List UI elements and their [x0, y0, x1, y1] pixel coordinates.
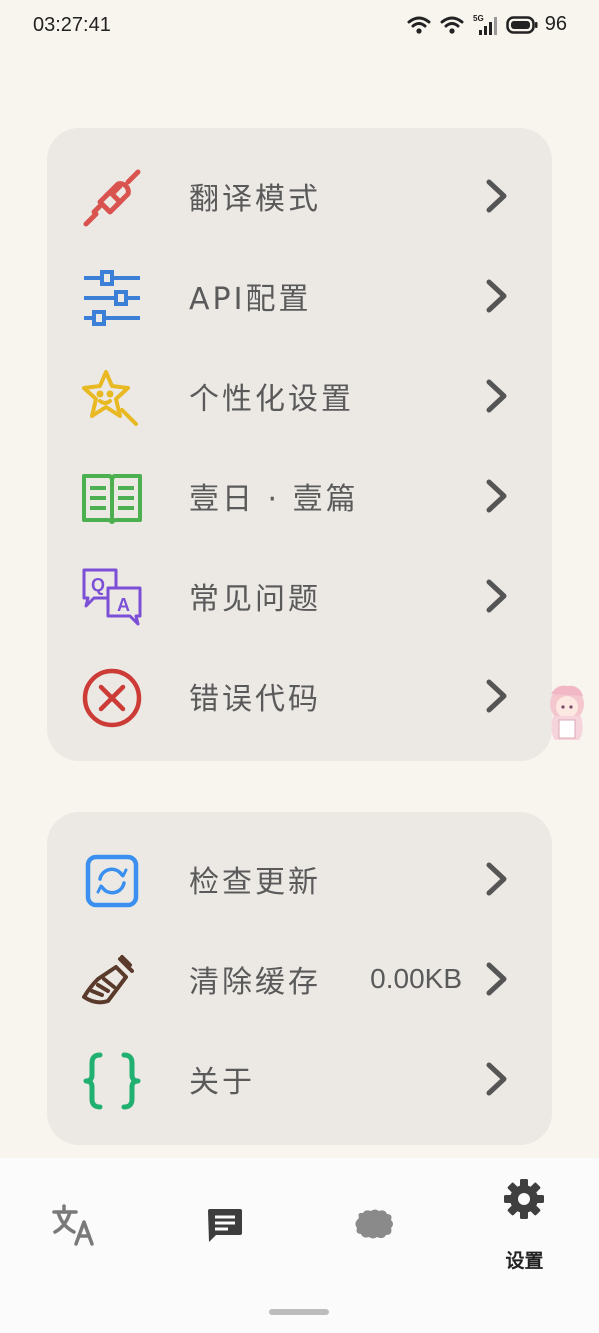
star-magic-icon [82, 370, 138, 426]
gear-icon [504, 1179, 544, 1219]
row-label: 常见问题 [189, 582, 321, 617]
braces-icon [83, 1052, 141, 1110]
network-type-label: 5G [473, 14, 484, 23]
settings-card-secondary: 检查更新 清除缓存 0.00KB 关于 [47, 812, 552, 1145]
row-label: 壹日 · 壹篇 [189, 482, 359, 517]
nav-tab-label: 设置 [505, 1250, 544, 1272]
nav-tab-community[interactable] [300, 1158, 449, 1298]
svg-text:Q: Q [91, 575, 105, 595]
nav-tab-translate[interactable] [0, 1158, 149, 1298]
nav-tab-chat[interactable] [150, 1158, 299, 1298]
bottom-navigation: 设置 [0, 1158, 599, 1333]
row-label: 清除缓存 [189, 965, 321, 1000]
chevron-right-icon [486, 179, 507, 213]
chat-icon [208, 1209, 242, 1242]
cache-size-value: 0.00KB [370, 963, 462, 994]
settings-card-main: 翻译模式 API配置 个性化设置 壹日 · 壹篇 Q A 常见问题 错误代码 [47, 128, 552, 761]
chevron-right-icon [486, 379, 507, 413]
chevron-right-icon [486, 679, 507, 713]
error-circle-icon [82, 668, 142, 728]
chevron-right-icon [486, 479, 507, 513]
blob-icon [355, 1209, 393, 1239]
row-label: 关于 [189, 1065, 255, 1100]
row-error-codes[interactable]: 错误代码 [47, 646, 552, 746]
row-faq[interactable]: Q A 常见问题 [47, 546, 552, 646]
nav-tab-settings[interactable]: 设置 [450, 1158, 599, 1298]
battery-icon [506, 15, 538, 34]
broom-icon [82, 955, 134, 1005]
row-label: 错误代码 [189, 682, 321, 717]
book-icon [82, 474, 142, 524]
wifi-icon-2 [440, 16, 464, 34]
chevron-right-icon [486, 962, 507, 996]
refresh-icon [85, 854, 139, 908]
row-personalization[interactable]: 个性化设置 [47, 346, 552, 446]
wifi-icon [407, 16, 431, 34]
row-check-update[interactable]: 检查更新 [47, 829, 552, 929]
row-translation-mode[interactable]: 翻译模式 [47, 146, 552, 246]
status-bar: 03:27:41 5G 96 [0, 0, 599, 52]
battery-level: 96 [544, 13, 567, 35]
chevron-right-icon [486, 1062, 507, 1096]
home-indicator[interactable] [269, 1309, 329, 1315]
row-label: 检查更新 [189, 865, 321, 900]
row-label: API配置 [189, 282, 312, 317]
qa-icon: Q A [82, 568, 142, 626]
row-about[interactable]: 关于 [47, 1029, 552, 1129]
plug-icon [83, 169, 141, 227]
status-time: 03:27:41 [33, 14, 111, 36]
chevron-right-icon [486, 279, 507, 313]
svg-text:A: A [117, 595, 130, 615]
sliders-icon [84, 270, 140, 326]
row-label: 翻译模式 [189, 182, 321, 217]
chevron-right-icon [486, 862, 507, 896]
mascot-character-icon[interactable] [543, 682, 591, 748]
row-clear-cache[interactable]: 清除缓存 0.00KB [47, 929, 552, 1029]
cellular-signal-icon: 5G [473, 14, 497, 35]
row-api-config[interactable]: API配置 [47, 246, 552, 346]
status-icons: 5G 96 [407, 13, 567, 36]
row-label: 个性化设置 [189, 382, 354, 417]
row-daily-article[interactable]: 壹日 · 壹篇 [47, 446, 552, 546]
chevron-right-icon [486, 579, 507, 613]
translate-icon [52, 1204, 94, 1246]
